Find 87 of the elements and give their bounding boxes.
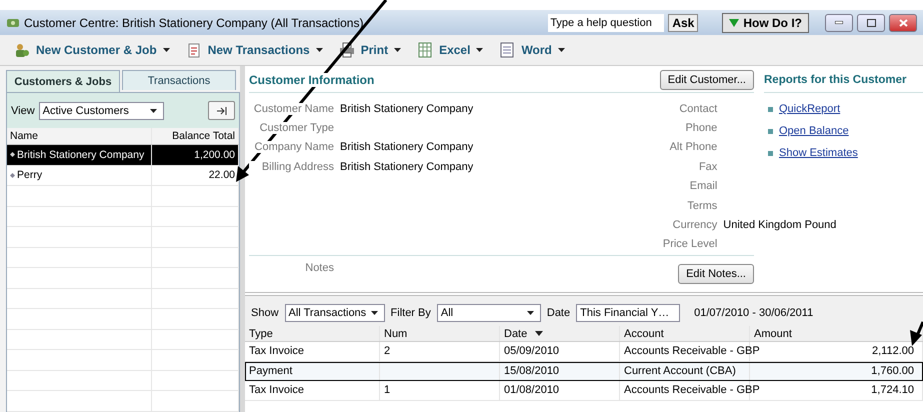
table-cell: 1 <box>384 384 390 396</box>
filter-label: Show <box>251 307 279 319</box>
column-header[interactable]: Num <box>380 326 500 341</box>
money-icon <box>6 16 20 28</box>
table-cell: Perry <box>17 169 42 182</box>
table-cell: 01/08/2010 <box>504 384 560 396</box>
section-title: Reports for this Customer <box>764 74 906 86</box>
customer-row[interactable]: British Stationery Company 1,200.00 <box>7 145 239 166</box>
caret-icon <box>316 48 323 52</box>
column-header[interactable]: Type <box>245 326 380 341</box>
filter-dropdown[interactable]: All Transactions <box>284 304 385 322</box>
caret-icon <box>162 48 170 52</box>
field-value: British Stationery Company <box>340 102 474 115</box>
diamond-icon <box>10 172 15 178</box>
caret-icon <box>526 311 534 315</box>
date-range: 01/07/2010 - 30/06/2011 <box>694 307 814 319</box>
bullet-icon <box>768 106 773 112</box>
table-cell: 05/09/2010 <box>504 345 560 358</box>
field-label: Billing Address <box>249 160 334 173</box>
filter-label: Date <box>546 307 570 319</box>
toolbar-button[interactable]: Print <box>334 42 406 58</box>
caret-icon <box>370 311 378 315</box>
collapse-button[interactable] <box>208 101 235 120</box>
toolbar-button[interactable]: Excel <box>413 42 488 58</box>
table-cell: Accounts Receivable - GBP <box>624 384 760 396</box>
table-cell: 2 <box>384 345 390 358</box>
transaction-row[interactable]: Tax Invoice 1 01/08/2010 Accounts Receivable - GBP 1,724.10 <box>245 381 923 400</box>
toolbar-button[interactable]: New Customer & Job <box>10 42 174 58</box>
transaction-row[interactable]: Payment 15/08/2010 Current Account (CBA) 1,760.00 <box>245 362 923 381</box>
section-title: Customer Information <box>249 73 374 87</box>
table-cell: 1,724.10 <box>871 384 914 396</box>
table-cell: 2,112.00 <box>872 345 914 358</box>
table-cell: Tax Invoice <box>249 384 304 396</box>
table-cell: Current Account (CBA) <box>624 364 736 377</box>
report-link[interactable]: Open Balance <box>779 125 849 137</box>
caret-icon <box>558 48 565 52</box>
diamond-icon <box>10 152 15 158</box>
maximize-button[interactable] <box>857 14 885 32</box>
caret-icon <box>476 48 484 52</box>
column-header[interactable]: Date <box>500 326 620 341</box>
table-cell: Payment <box>249 364 292 377</box>
spreadsheet-icon <box>417 42 434 58</box>
view-label: View <box>11 104 35 116</box>
how-do-i-button[interactable]: How Do I? <box>722 12 809 32</box>
toolbar-button[interactable]: New Transactions <box>182 42 327 58</box>
edit-notes-button[interactable]: Edit Notes... <box>678 264 754 284</box>
field-value: British Stationery Company <box>340 160 474 173</box>
caret-icon <box>729 18 740 26</box>
window-title: Customer Centre: British Stationery Company (All Transactions) <box>24 16 364 30</box>
minimize-button[interactable] <box>825 14 853 32</box>
annotation-arrow <box>910 321 923 346</box>
table-cell: British Stationery Company <box>17 148 144 161</box>
filter-label: Filter By <box>390 307 431 319</box>
table-cell: 15/08/2010 <box>504 364 560 377</box>
tab[interactable]: Customers & Jobs <box>6 70 120 92</box>
help-search-field[interactable]: Type a help question <box>548 14 664 32</box>
bullet-icon <box>768 150 773 156</box>
column-header[interactable]: Name <box>7 128 152 144</box>
caret-icon <box>394 48 402 52</box>
arrow-to-bar-icon <box>216 106 226 114</box>
report-link[interactable]: QuickReport <box>779 103 840 115</box>
people-icon <box>14 42 30 58</box>
view-dropdown[interactable]: Active Customers <box>38 102 164 120</box>
table-cell: Tax Invoice <box>249 345 304 358</box>
document-icon <box>499 42 516 58</box>
filter-dropdown[interactable]: This Financial Y… <box>576 304 680 322</box>
column-header[interactable]: Balance Total <box>152 128 239 144</box>
checklist-icon <box>186 42 202 58</box>
printer-icon <box>338 42 355 58</box>
ask-button[interactable]: Ask <box>668 14 698 32</box>
edit-customer-button[interactable]: Edit Customer... <box>660 70 754 90</box>
maximize-icon <box>866 18 876 26</box>
close-button[interactable] <box>889 14 917 32</box>
table-cell: 1,760.00 <box>871 364 914 377</box>
field-value: United Kingdom Pound <box>723 219 836 232</box>
table-cell: 1,200.00 <box>152 145 239 164</box>
table-cell: Accounts Receivable - GBP <box>624 345 760 358</box>
minimize-icon <box>835 21 843 24</box>
close-icon <box>898 18 908 26</box>
field-value: British Stationery Company <box>340 141 474 154</box>
bullet-icon <box>768 128 773 134</box>
column-header[interactable]: Account <box>620 326 750 341</box>
tab[interactable]: Transactions <box>122 70 236 90</box>
filter-dropdown[interactable]: All <box>436 304 541 322</box>
report-link[interactable]: Show Estimates <box>779 147 858 159</box>
caret-icon <box>150 108 157 112</box>
toolbar-button[interactable]: Word <box>495 42 569 58</box>
